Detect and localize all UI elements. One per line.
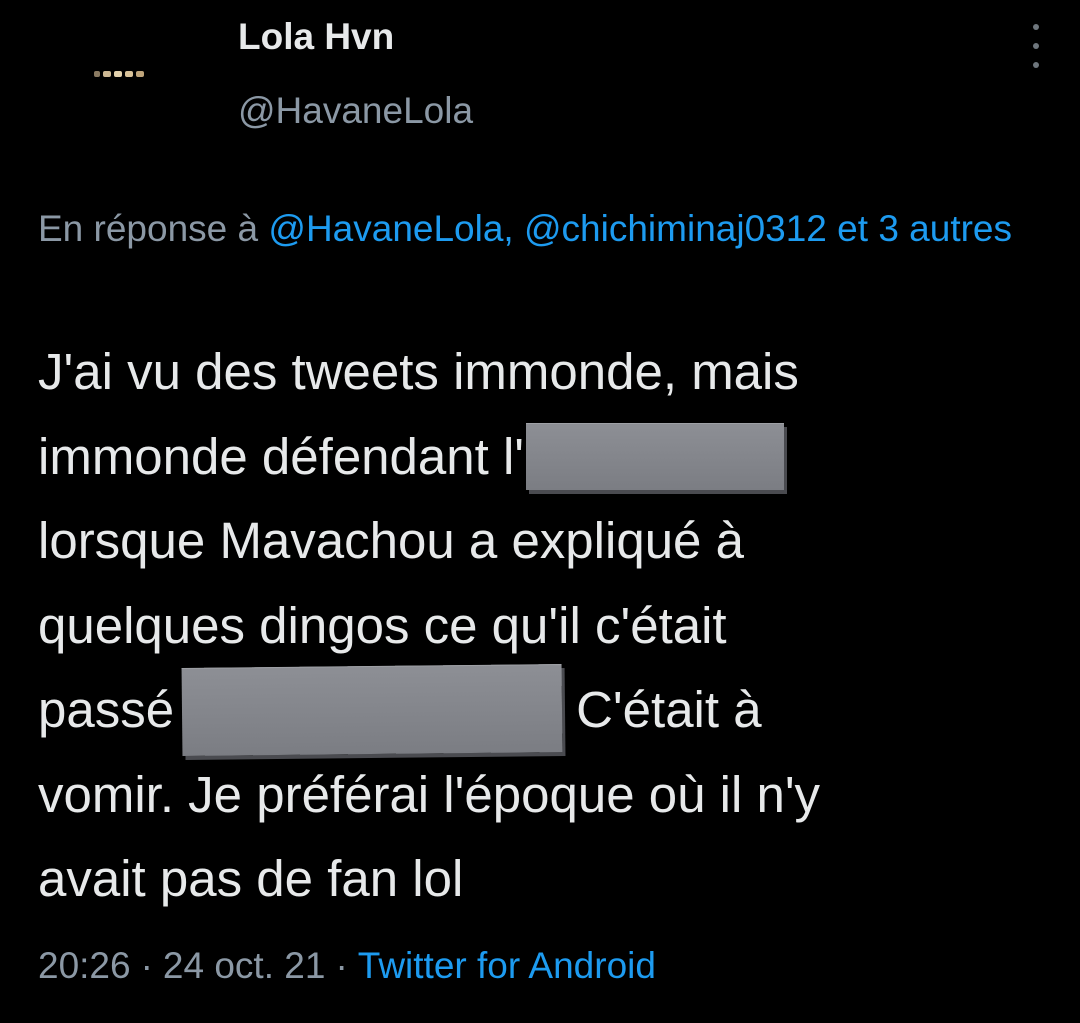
author-display-name[interactable]: Lola Hvn: [238, 16, 394, 58]
tweet-line: J'ai vu des tweets immonde, mais: [38, 330, 1068, 415]
tweet-text-segment: J'ai vu des tweets immonde, mais: [38, 343, 799, 400]
tweet-date[interactable]: 24 oct. 21: [163, 945, 326, 986]
tweet-time[interactable]: 20:26: [38, 945, 131, 986]
tweet-line: lorsque Mavachou a expliqué à: [38, 499, 1068, 584]
tweet-text-segment: vomir. Je préférai l'époque où il n'y: [38, 765, 821, 823]
avatar-image: [94, 71, 144, 77]
tweet-text-segment: lorsque Mavachou a expliqué à: [38, 512, 744, 569]
tweet-line: avait pas de fan lol: [38, 837, 1068, 922]
tweet-text-segment: immonde défendant l': [38, 427, 525, 485]
tweet-text-segment: C'était à: [576, 681, 762, 738]
tweet-source-link[interactable]: Twitter for Android: [358, 945, 656, 986]
tweet-text-segment: passé: [38, 681, 175, 738]
tweet-line: vomir. Je préférai l'époque où il n'y: [38, 753, 1068, 838]
reply-mention-havanelola[interactable]: @HavaneLola,: [268, 208, 513, 249]
tweet-detail: Lola Hvn @HavaneLola En réponse à @Havan…: [0, 0, 1080, 1023]
meta-separator: ·: [335, 945, 348, 986]
tweet-meta: 20:26 · 24 oct. 21 · Twitter for Android: [38, 940, 656, 992]
author-handle[interactable]: @HavaneLola: [238, 90, 473, 132]
tweet-text-segment: quelques dingos ce qu'il c'était: [38, 596, 727, 654]
more-options-icon[interactable]: [1024, 24, 1048, 68]
reply-mention-et[interactable]: et: [837, 208, 868, 249]
redaction-box: [181, 663, 563, 756]
tweet-body: J'ai vu des tweets immonde, mais immonde…: [38, 330, 1068, 922]
author-avatar[interactable]: [40, 10, 190, 140]
reply-context: En réponse à @HavaneLola, @chichiminaj03…: [38, 198, 1058, 259]
tweet-line: immonde défendant l': [38, 415, 1068, 500]
redaction-box: [526, 422, 785, 490]
tweet-text-segment: avait pas de fan lol: [38, 850, 464, 907]
reply-prefix: En réponse à: [38, 208, 259, 249]
reply-mention-chichiminaj[interactable]: @chichiminaj0312: [524, 208, 827, 249]
tweet-line: quelques dingos ce qu'il c'était: [38, 584, 1068, 669]
tweet-line: passé C'était à: [38, 663, 1068, 756]
reply-others-link[interactable]: 3 autres: [878, 208, 1012, 249]
meta-separator: ·: [140, 945, 153, 986]
